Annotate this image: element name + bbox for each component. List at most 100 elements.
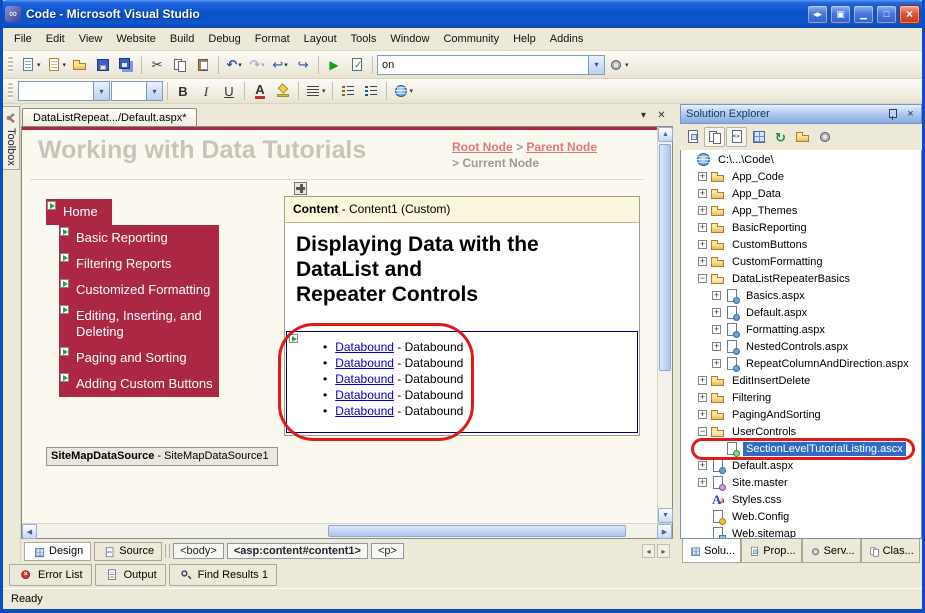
panel-tab-clas[interactable]: Clas... [861,539,920,563]
underline-button[interactable]: U [218,81,240,101]
menu-item-help[interactable]: Help [506,30,543,48]
smart-tag-icon[interactable] [60,227,69,236]
properties-button[interactable] [682,127,703,147]
tree-expander-icon[interactable]: + [698,393,707,402]
menu-item-edit[interactable]: Edit [39,30,72,48]
tree-expander-icon[interactable]: + [712,325,721,334]
tag-scroll-left-icon[interactable]: ◂ [642,544,655,558]
panel-tab-serv[interactable]: Serv... [802,539,861,563]
alignment-button[interactable]: ▾ [303,81,328,101]
tree-item[interactable]: +BasicReporting [681,219,921,236]
panel-splitter[interactable] [673,104,680,563]
menu-item-debug[interactable]: Debug [201,30,247,48]
tree-item[interactable]: +Formatting.aspx [681,321,921,338]
tree-item[interactable]: +PagingAndSorting [681,406,921,423]
start-debug-button[interactable]: ▶ [323,55,345,75]
close-panel-icon[interactable]: × [903,107,918,122]
block-format-combo[interactable]: ▾ [18,81,110,101]
navigate-forward-button[interactable]: ↪ [292,55,314,75]
panel-tab-solu[interactable]: Solu... [682,539,741,563]
menu-item-file[interactable]: File [7,30,39,48]
paste-button[interactable] [192,55,214,75]
move-handle-icon[interactable] [294,182,307,195]
databound-link[interactable]: Databound [335,404,394,418]
smart-tag-icon[interactable] [60,305,69,314]
bottom-tab-output[interactable]: Output [95,564,166,586]
tree-item[interactable]: −UserControls [681,423,921,440]
scroll-right-icon[interactable]: ▶ [657,524,672,539]
italic-button[interactable]: I [195,81,217,101]
tree-expander-icon[interactable]: + [698,376,707,385]
vertical-scrollbar[interactable]: ▲ ▼ [657,127,672,523]
panel-tab-prop[interactable]: Prop... [741,539,801,563]
horizontal-scroll-track[interactable] [37,524,657,538]
tree-item[interactable]: Styles.css [681,491,921,508]
tree-expander-icon[interactable]: + [698,189,707,198]
tree-item[interactable]: +RepeatColumnAndDirection.aspx [681,355,921,372]
toolbar-grip[interactable] [8,83,13,99]
smart-tag-icon[interactable] [289,334,298,343]
bold-button[interactable]: B [172,81,194,101]
configuration-manager-button[interactable]: ▾ [606,55,631,75]
scroll-left-icon[interactable]: ◀ [22,524,37,539]
font-color-button[interactable]: A [249,81,271,101]
tree-expander-icon[interactable]: + [698,240,707,249]
active-files-dropdown-icon[interactable]: ▾ [636,109,651,124]
content-placeholder[interactable]: Content - Content1 (Custom) Displaying D… [284,196,640,436]
nav-item-filtering-reports[interactable]: Filtering Reports [59,251,219,277]
nav-item-basic-reporting[interactable]: Basic Reporting [59,225,219,251]
tree-item[interactable]: Web.sitemap [681,525,921,539]
target-schema-combo[interactable]: on▾ [377,55,605,75]
tree-item[interactable]: +App_Data [681,185,921,202]
smart-tag-icon[interactable] [60,347,69,356]
nav-item-adding-custom-buttons[interactable]: Adding Custom Buttons [59,371,219,397]
open-file-button[interactable] [69,55,91,75]
tree-expander-icon[interactable]: + [712,291,721,300]
pin-icon[interactable] [885,107,900,122]
breadcrumb-link-parent[interactable]: Parent Node [526,140,597,154]
save-all-button[interactable] [115,55,137,75]
document-tab[interactable]: DataListRepeat.../Default.aspx* [22,108,197,126]
tag-chip[interactable]: <body> [173,543,224,559]
nav-item-customized-formatting[interactable]: Customized Formatting [59,277,219,303]
tree-item[interactable]: +CustomFormatting [681,253,921,270]
minimize-button[interactable]: ▁ [853,5,874,24]
menu-item-format[interactable]: Format [248,30,297,48]
tree-expander-icon[interactable]: + [712,359,721,368]
design-view-tab[interactable]: Design [24,542,91,561]
tree-item[interactable]: +Site.master [681,474,921,491]
tree-item[interactable]: −DataListRepeaterBasics [681,270,921,287]
tree-expander-icon[interactable]: + [698,461,707,470]
tree-item[interactable]: +App_Themes [681,202,921,219]
view-designer-button[interactable] [748,127,769,147]
font-name-combo[interactable]: ▾ [111,81,163,101]
menu-item-website[interactable]: Website [109,30,163,48]
validate-document-button[interactable] [346,55,368,75]
bottom-tab-error-list[interactable]: Error List [9,564,92,586]
vertical-scroll-track[interactable] [658,142,672,508]
tree-item[interactable]: +Filtering [681,389,921,406]
scroll-up-icon[interactable]: ▲ [658,127,673,142]
close-button[interactable]: × [899,5,920,24]
scroll-down-icon[interactable]: ▼ [658,508,673,523]
tree-expander-icon[interactable]: − [698,427,707,436]
tree-expander-icon[interactable]: − [698,274,707,283]
design-surface[interactable]: Working with Data Tutorials Root Node > … [22,127,657,523]
smart-tag-icon[interactable] [60,279,69,288]
tree-item[interactable]: C:\...\Code\ [681,151,921,168]
tree-item[interactable]: Web.Config [681,508,921,525]
tree-item[interactable]: +Default.aspx [681,457,921,474]
combo-dropdown-icon[interactable]: ▾ [588,56,604,74]
menu-item-view[interactable]: View [72,30,110,48]
combo-dropdown-icon[interactable]: ▾ [146,82,162,100]
source-view-tab[interactable]: Source [94,542,162,561]
maximize-button[interactable]: □ [876,5,897,24]
smart-tag-icon[interactable] [60,373,69,382]
tree-expander-icon[interactable]: + [712,342,721,351]
numbered-list-button[interactable] [337,81,359,101]
databound-link[interactable]: Databound [335,372,394,386]
undo-button[interactable]: ↶▾ [223,55,245,75]
tree-expander-icon[interactable]: + [698,206,707,215]
new-project-button[interactable]: ▾ [18,55,43,75]
tree-item[interactable]: SectionLevelTutorialListing.ascx [681,440,921,457]
